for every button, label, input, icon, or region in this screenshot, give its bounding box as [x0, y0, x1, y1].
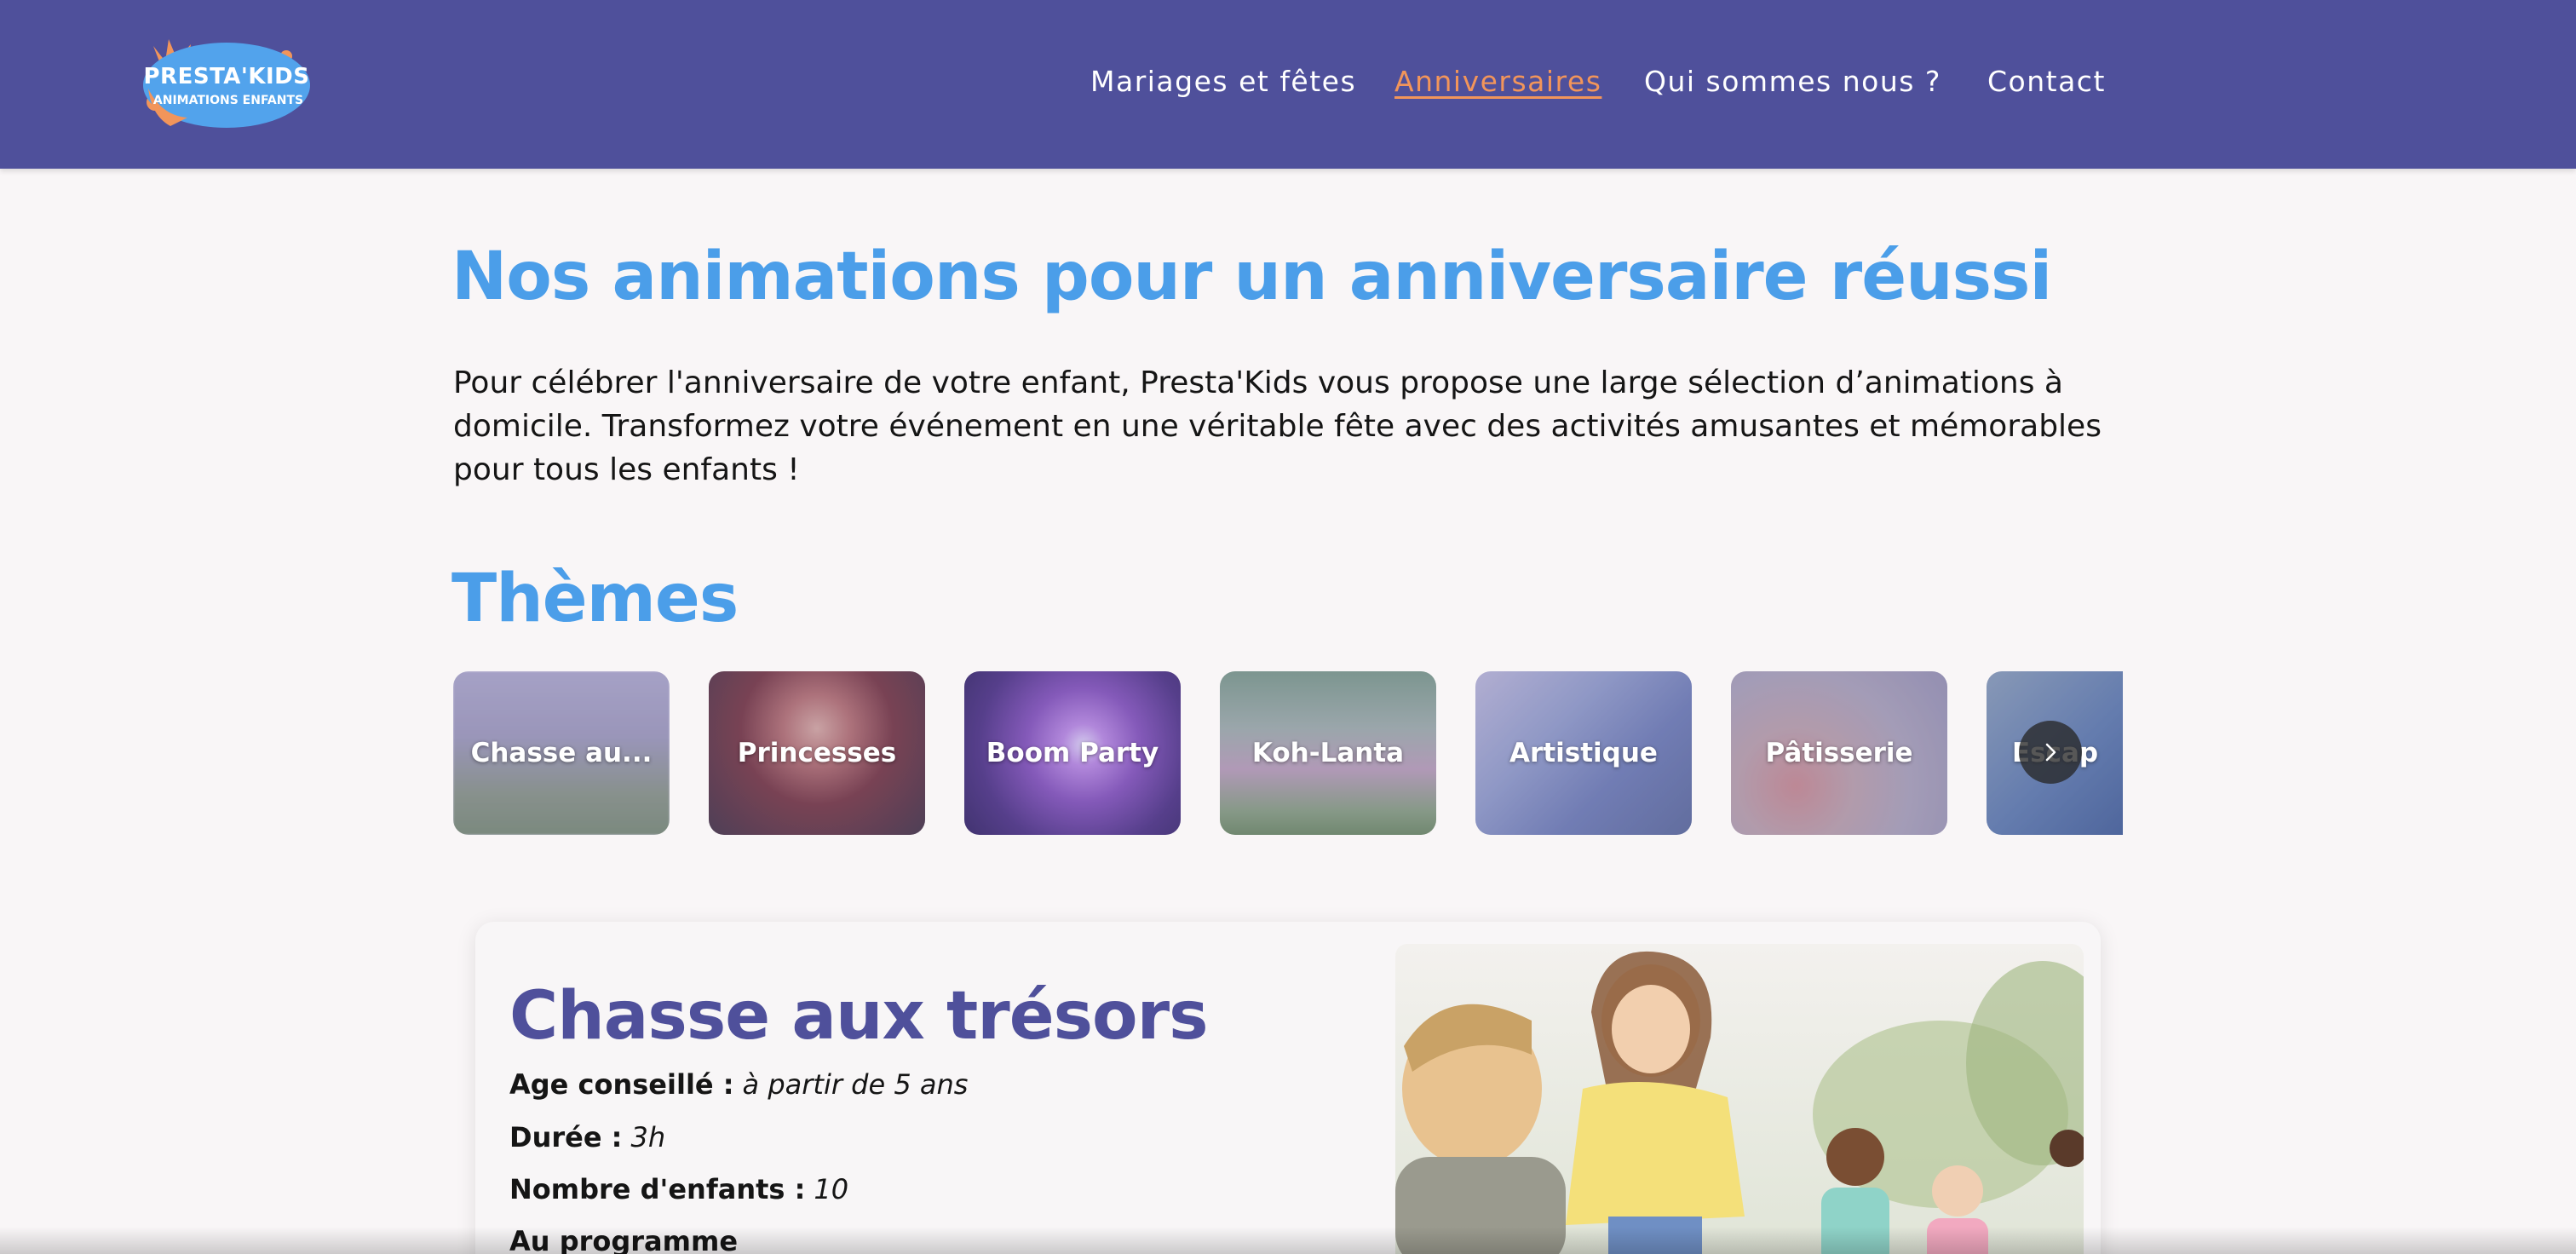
theme-card-patisserie[interactable]: Pâtisserie — [1731, 671, 1947, 835]
nav-anniversaires[interactable]: Anniversaires — [1394, 65, 1601, 106]
site-header: PRESTA'KIDS ANIMATIONS ENFANTS Mariages … — [0, 0, 2576, 169]
info-programme-label: Au programme — [509, 1225, 739, 1254]
theme-label: Artistique — [1509, 738, 1658, 768]
info-duration-value: 3h — [630, 1121, 666, 1153]
nav-contact[interactable]: Contact — [1987, 65, 2106, 106]
theme-label: Princesses — [737, 738, 897, 768]
detail-photo — [1395, 944, 2084, 1254]
info-age-value: à partir de 5 ans — [742, 1068, 969, 1101]
presta-kids-logo[interactable]: PRESTA'KIDS ANIMATIONS ENFANTS — [136, 34, 315, 133]
info-duration-label: Durée : — [509, 1121, 623, 1153]
intro-paragraph: Pour célébrer l'anniversaire de votre en… — [453, 365, 2102, 487]
detail-title: Chasse aux trésors — [509, 978, 1209, 1055]
info-programme: Au programme — [509, 1225, 738, 1254]
chevron-right-icon — [2045, 743, 2056, 762]
theme-card-koh-lanta[interactable]: Koh-Lanta — [1220, 671, 1436, 835]
nav-mariages-et-fetes[interactable]: Mariages et fêtes — [1090, 65, 1356, 106]
carousel-next-button[interactable] — [2019, 721, 2082, 784]
theme-card-princesses[interactable]: Princesses — [709, 671, 925, 835]
theme-label: Boom Party — [986, 738, 1159, 768]
logo-graphic: PRESTA'KIDS ANIMATIONS ENFANTS — [143, 39, 310, 128]
theme-label: Chasse au... — [470, 738, 653, 768]
theme-card-artistique[interactable]: Artistique — [1475, 671, 1692, 835]
themes-carousel: Chasse au... Princesses Boom Party Koh-L… — [453, 671, 2123, 835]
theme-card-boom-party[interactable]: Boom Party — [964, 671, 1181, 835]
info-children: Nombre d'enfants :10 — [509, 1173, 848, 1212]
children-running-photo-icon — [1395, 944, 2084, 1254]
info-age: Age conseillé :à partir de 5 ans — [509, 1068, 968, 1107]
theme-label: Koh-Lanta — [1251, 738, 1405, 768]
info-children-value: 10 — [814, 1173, 849, 1205]
info-age-label: Age conseillé : — [509, 1068, 734, 1101]
logo-line1: PRESTA'KIDS — [144, 64, 310, 89]
logo-line2: ANIMATIONS ENFANTS — [153, 94, 303, 107]
info-duration: Durée :3h — [509, 1121, 665, 1160]
nav-qui-sommes-nous[interactable]: Qui sommes nous ? — [1644, 65, 1941, 106]
info-children-label: Nombre d'enfants : — [509, 1173, 806, 1205]
page-title: Nos animations pour un anniversaire réus… — [451, 239, 2052, 315]
theme-card-chasse[interactable]: Chasse au... — [453, 671, 670, 835]
theme-label: Pâtisserie — [1765, 738, 1913, 768]
themes-heading: Thèmes — [451, 561, 739, 637]
